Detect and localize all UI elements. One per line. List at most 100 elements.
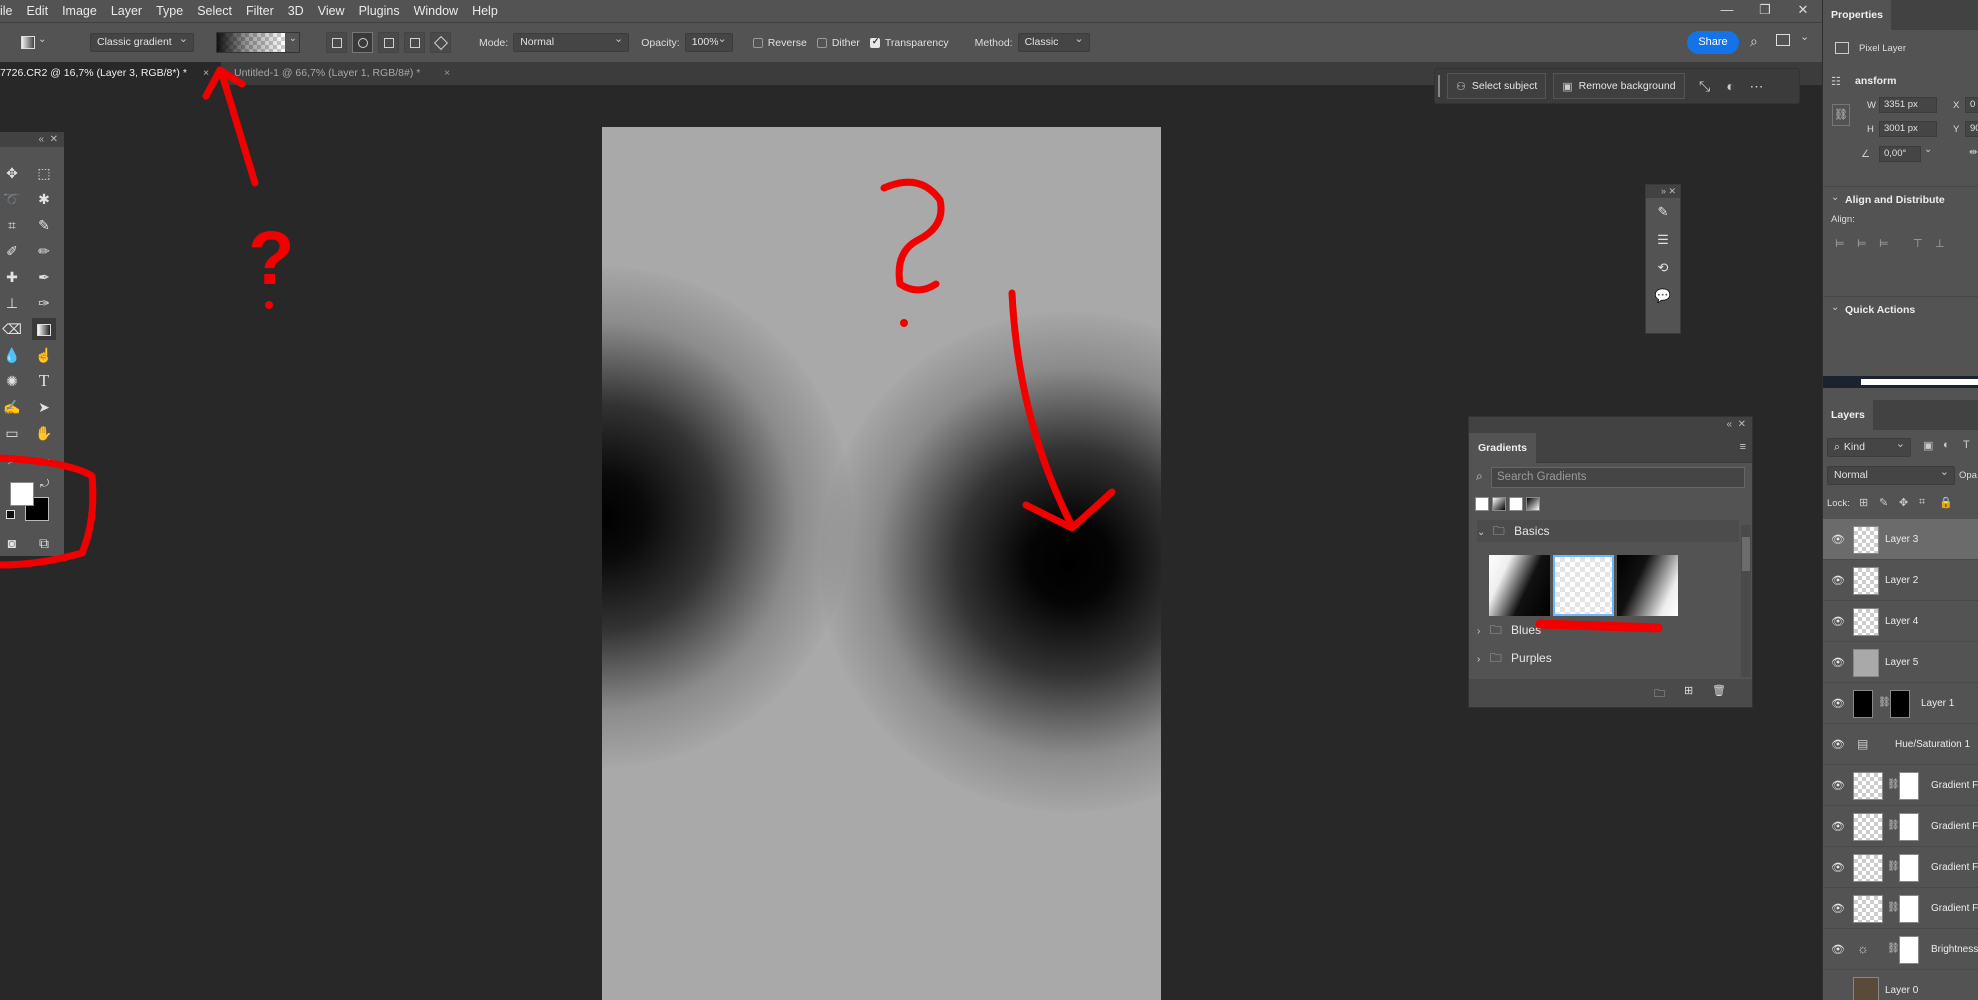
history-brush-tool-icon[interactable]: ✒	[32, 266, 56, 288]
layer-row[interactable]: 👁 ▤ Hue/Saturation 1	[1823, 724, 1978, 765]
menu-type[interactable]: Type	[149, 0, 190, 22]
clone-stamp-tool-icon[interactable]: ✚	[0, 266, 24, 288]
lock-image-icon[interactable]: ✎	[1879, 496, 1888, 509]
brush-tool-icon[interactable]: ✏	[32, 240, 56, 262]
chevron-down-icon[interactable]: ⌄	[1924, 144, 1932, 155]
gradient-swatch-foreground-transparent[interactable]	[1553, 555, 1614, 616]
menu-edit[interactable]: Edit	[20, 0, 56, 22]
view-size-icon[interactable]	[1526, 497, 1540, 511]
crop-tool-icon[interactable]: ⌗	[0, 214, 24, 236]
eye-icon[interactable]: 👁	[1831, 820, 1845, 833]
eye-icon[interactable]: 👁	[1831, 574, 1845, 587]
gradient-tool-icon[interactable]	[32, 318, 56, 340]
folder-blues[interactable]: › 🗀 Blues	[1477, 619, 1541, 641]
path-selection-tool-icon[interactable]: ➤	[32, 396, 56, 418]
foreground-color-swatch[interactable]	[10, 482, 34, 506]
layer-mask-thumbnail[interactable]	[1899, 936, 1919, 964]
eye-icon[interactable]: 👁	[1831, 656, 1845, 669]
swap-colors-icon[interactable]: ⤾	[40, 478, 49, 491]
layer-row[interactable]: 👁 Layer 3	[1823, 519, 1978, 560]
eye-icon[interactable]: 👁	[1831, 697, 1845, 710]
align-center-icon[interactable]: ⊨	[1857, 237, 1867, 250]
drag-handle[interactable]	[1438, 75, 1440, 97]
gradient-list-scrollbar[interactable]	[1741, 525, 1751, 677]
comments-icon[interactable]: 💬	[1646, 282, 1680, 310]
type-tool-icon[interactable]: T	[32, 370, 56, 392]
folder-purples[interactable]: › 🗀 Purples	[1477, 647, 1552, 669]
view-size-icon[interactable]	[1492, 497, 1506, 511]
art-brush-tool-icon[interactable]: ✑	[32, 292, 56, 314]
radial-gradient-button[interactable]	[352, 32, 373, 53]
rectangle-tool-icon[interactable]: ▭	[0, 422, 24, 444]
angle-input[interactable]: 0,00°	[1879, 146, 1921, 162]
default-colors-icon[interactable]	[6, 510, 15, 519]
adjustments-icon[interactable]: ☰	[1646, 226, 1680, 254]
width-input[interactable]: 3351 px	[1879, 97, 1937, 113]
remove-background-button[interactable]: ▣ Remove background	[1553, 73, 1685, 99]
eraser-tool-icon[interactable]: ⌫	[0, 318, 24, 340]
x-input[interactable]: 0 p	[1965, 97, 1978, 113]
close-icon[interactable]: ×	[444, 62, 450, 85]
blur-tool-icon[interactable]: 💧	[0, 344, 24, 366]
diamond-gradient-button[interactable]	[430, 32, 451, 53]
lasso-tool-icon[interactable]: ➰	[0, 188, 24, 210]
zoom-tool-icon[interactable]: ⌕	[0, 448, 24, 470]
close-icon[interactable]: ✕	[50, 134, 58, 145]
quick-mask-icon[interactable]: ◙	[0, 532, 24, 554]
workspace-icon[interactable]	[1776, 34, 1790, 46]
eye-icon[interactable]: 👁	[1831, 779, 1845, 792]
eye-icon[interactable]: 👁	[1831, 615, 1845, 628]
transparency-checkbox[interactable]: Transparency	[869, 36, 949, 49]
eyedropper-tool-icon[interactable]: ✎	[32, 214, 56, 236]
chevron-down-icon[interactable]: ⌄	[1831, 192, 1839, 203]
minimize-button[interactable]: —	[1708, 0, 1746, 22]
tool-preset-picker[interactable]: ⌄	[18, 32, 48, 54]
menu-view[interactable]: View	[311, 0, 352, 22]
gradients-panel-title[interactable]: Gradients	[1469, 433, 1537, 463]
menu-image[interactable]: Image	[55, 0, 104, 22]
gradient-type-select[interactable]: Classic gradient	[90, 31, 194, 52]
dither-checkbox[interactable]: Dither	[816, 37, 860, 49]
gradient-swatch-black-transparent[interactable]	[1617, 555, 1678, 616]
history-icon[interactable]: ⟲	[1646, 254, 1680, 282]
more-tools-icon[interactable]: ⋯	[32, 448, 56, 470]
filter-pixel-icon[interactable]: ▣	[1923, 439, 1933, 452]
eye-icon[interactable]: 👁	[1831, 861, 1845, 874]
chevron-down-icon[interactable]: ⌄	[1831, 302, 1839, 313]
gradient-preview-picker[interactable]: ⌄	[216, 32, 300, 53]
reflected-gradient-button[interactable]	[404, 32, 425, 53]
view-size-icon[interactable]	[1475, 497, 1489, 511]
menu-select[interactable]: Select	[190, 0, 239, 22]
eye-icon[interactable]: 👁	[1831, 902, 1845, 915]
document-canvas[interactable]	[602, 127, 1161, 1000]
layer-row[interactable]: 👁 Layer 2	[1823, 560, 1978, 601]
layer-mask-thumbnail[interactable]	[1899, 895, 1919, 923]
close-icon[interactable]: ×	[203, 62, 209, 85]
scrollbar-thumb[interactable]	[1742, 537, 1750, 571]
layer-row[interactable]: 👁 Layer 5	[1823, 642, 1978, 683]
eye-icon[interactable]: 👁	[1831, 533, 1845, 546]
delete-icon[interactable]: 🗑	[1712, 684, 1726, 697]
mode-select[interactable]: Normal	[513, 31, 630, 52]
angle-gradient-button[interactable]	[378, 32, 399, 53]
menu-filter[interactable]: Filter	[239, 0, 281, 22]
link-dimensions-icon[interactable]: ⛓	[1832, 104, 1850, 126]
blend-mode-select[interactable]: Normal	[1827, 464, 1955, 485]
chevron-down-icon[interactable]: ⌄	[1800, 30, 1809, 43]
dodge-tool-icon[interactable]: ✺	[0, 370, 24, 392]
move-tool-icon[interactable]: ✥	[0, 162, 24, 184]
lock-all-icon[interactable]: 🔒	[1939, 496, 1953, 509]
reverse-checkbox[interactable]: Reverse	[752, 37, 807, 49]
menu-layer[interactable]: Layer	[104, 0, 149, 22]
more-options-icon[interactable]: ⋯	[1744, 78, 1770, 95]
tab-document-2[interactable]: Untitled-1 @ 66,7% (Layer 1, RGB/8#) * ×	[226, 62, 456, 85]
layer-row[interactable]: 👁 ⛓ Gradient F	[1823, 888, 1978, 929]
layer-mask-thumbnail[interactable]	[1899, 854, 1919, 882]
lock-transparent-icon[interactable]: ⊞	[1859, 496, 1868, 509]
align-right-icon[interactable]: ⊨	[1879, 237, 1889, 250]
new-gradient-icon[interactable]: ⊞	[1684, 684, 1693, 697]
align-top-icon[interactable]: ⊤	[1913, 237, 1923, 250]
layer-row[interactable]: 👁 ⛓ Gradient F	[1823, 765, 1978, 806]
menu-help[interactable]: Help	[465, 0, 505, 22]
new-group-icon[interactable]: 🗀	[1654, 685, 1665, 704]
